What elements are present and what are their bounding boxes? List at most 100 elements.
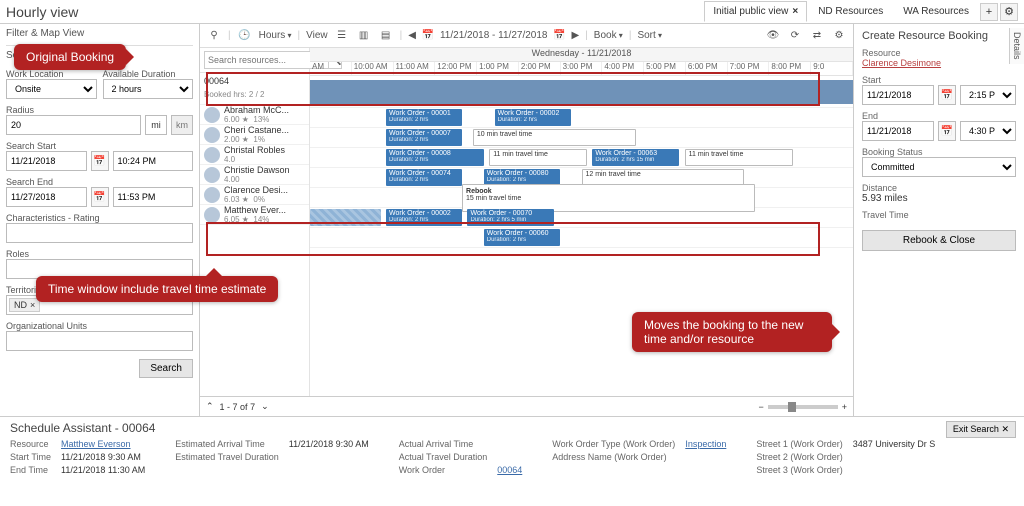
start-date-input[interactable]	[862, 85, 934, 105]
work-order-block[interactable]: Work Order - 00007Duration: 2 hrs	[386, 129, 462, 146]
sort-dropdown[interactable]: Sort	[637, 30, 662, 41]
unit-mi[interactable]: mi	[145, 115, 167, 135]
settings-button[interactable]: ⚙	[1000, 3, 1018, 21]
hour-label: 6:00 PM	[686, 62, 728, 75]
refresh-icon[interactable]: ⟳	[787, 28, 803, 44]
clock-icon[interactable]: 🕒	[237, 28, 253, 44]
tab-initial-public-view[interactable]: Initial public view×	[704, 1, 807, 22]
timeline-lane[interactable]: Work Order - 00001Duration: 2 hrs Work O…	[310, 108, 853, 128]
details-title: Schedule Assistant - 00064	[10, 421, 1014, 435]
exit-search-button[interactable]: Exit Search ✕	[946, 421, 1016, 438]
resource-row[interactable]: Christal Robles4.0	[200, 145, 309, 165]
territory-tag[interactable]: ND×	[9, 298, 40, 312]
timeline-lane[interactable]: Work Order - 00007Duration: 2 hrs 10 min…	[310, 128, 853, 148]
resource-row[interactable]: Matthew Ever...6.05 ★ 14%	[200, 205, 309, 225]
org-units-input[interactable]	[6, 331, 193, 351]
zoom-out-button[interactable]: −	[758, 402, 763, 412]
distance-value: 5.93 miles	[862, 193, 1016, 204]
calendar-icon[interactable]: 📅	[420, 28, 436, 44]
eye-icon[interactable]: 👁	[765, 28, 781, 44]
details-handle[interactable]: Details	[1009, 28, 1024, 64]
hours-header: AM10:00 AM11:00 AM12:00 PM1:00 PM2:00 PM…	[310, 62, 853, 76]
calendar-icon[interactable]: 📅	[91, 187, 109, 207]
avail-duration-label: Available Duration	[103, 69, 194, 79]
calendar-icon[interactable]: 📅	[91, 151, 109, 171]
characteristics-label: Characteristics - Rating	[6, 213, 193, 223]
work-order-block[interactable]: Work Order - 00070Duration: 2 hrs 5 min	[467, 209, 554, 226]
work-order-block[interactable]: Work Order - 00074Duration: 2 hrs	[386, 169, 462, 186]
hour-label: 4:00 PM	[602, 62, 644, 75]
characteristics-input[interactable]	[6, 223, 193, 243]
hour-label: 1:00 PM	[477, 62, 519, 75]
resource-row[interactable]: Cheri Castane...2.00 ★ 1%	[200, 125, 309, 145]
timeline-lane[interactable]: Work Order - 00002Duration: 2 hrs Work O…	[310, 208, 853, 228]
work-location-select[interactable]: Onsite	[6, 79, 97, 99]
start-time-select[interactable]: 2:15 PM	[960, 85, 1016, 105]
search-end-date[interactable]	[6, 187, 87, 207]
gear-icon[interactable]: ⚙	[831, 28, 847, 44]
timeline-lane[interactable]: Work Order - 00008Duration: 2 hrs 11 min…	[310, 148, 853, 168]
add-tab-button[interactable]: +	[980, 3, 998, 21]
work-order-block[interactable]: Work Order - 00002Duration: 2 hrs	[495, 109, 571, 126]
zoom-slider[interactable]	[768, 405, 838, 409]
agenda-view-icon[interactable]: ▤	[378, 28, 394, 44]
work-order-block[interactable]: Work Order - 00060Duration: 2 hrs	[484, 229, 560, 246]
day-view-icon[interactable]: ▥	[356, 28, 372, 44]
resource-row[interactable]: Clarence Desi...6.03 ★ 0%	[200, 185, 309, 205]
hours-dropdown[interactable]: Hours	[259, 30, 292, 41]
sync-icon[interactable]: ⇄	[809, 28, 825, 44]
view-dropdown[interactable]: View	[306, 30, 328, 41]
tab-nd-resources[interactable]: ND Resources	[809, 1, 892, 22]
ghost-block[interactable]	[310, 209, 381, 226]
booking-status-select[interactable]: Committed	[862, 157, 1016, 177]
work-order-block[interactable]: Work Order - 00008Duration: 2 hrs	[386, 149, 484, 166]
work-order-link[interactable]: 00064	[497, 465, 522, 475]
avatar	[204, 107, 220, 123]
calendar-icon[interactable]: 📅	[551, 28, 567, 44]
prev-date-button[interactable]: ◀	[408, 30, 416, 41]
search-start-time[interactable]	[113, 151, 194, 171]
timeline-lane[interactable]: Work Order - 00060Duration: 2 hrs	[310, 228, 853, 248]
end-time-select[interactable]: 4:30 PM	[960, 121, 1016, 141]
work-order-type-link[interactable]: Inspection	[685, 439, 726, 449]
search-end-time[interactable]	[113, 187, 194, 207]
date-range: 11/21/2018 - 11/27/2018	[440, 30, 548, 41]
resource-link[interactable]: Matthew Everson	[61, 439, 145, 449]
resource-link[interactable]: Clarence Desimone	[862, 58, 941, 68]
close-icon[interactable]: ×	[792, 6, 798, 17]
original-booking-bar[interactable]	[310, 80, 853, 104]
search-start-date[interactable]	[6, 151, 87, 171]
work-order-block[interactable]: Work Order - 00001Duration: 2 hrs	[386, 109, 462, 126]
calendar-icon[interactable]: 📅	[938, 121, 956, 141]
filter-icon[interactable]: ⚲	[206, 28, 222, 44]
tab-wa-resources[interactable]: WA Resources	[894, 1, 978, 22]
resource-row[interactable]: Christie Dawson4.00	[200, 165, 309, 185]
remove-icon[interactable]: ×	[30, 300, 35, 310]
expand-icon[interactable]: ⌄	[261, 401, 269, 412]
travel-time-block[interactable]: 11 min travel time	[489, 149, 587, 166]
timeline-lane[interactable]	[310, 76, 853, 108]
travel-time-block[interactable]: 11 min travel time	[685, 149, 794, 166]
timeline-lane[interactable]: Rebook15 min travel time	[310, 188, 853, 208]
collapse-icon[interactable]: ⌃	[206, 401, 214, 412]
callout-original-booking: Original Booking	[14, 44, 126, 70]
unit-km[interactable]: km	[171, 115, 193, 135]
next-date-button[interactable]: ▶	[571, 30, 579, 41]
avail-duration-select[interactable]: 2 hours	[103, 79, 194, 99]
radius-input[interactable]	[6, 115, 141, 135]
work-order-block[interactable]: Work Order - 00063Duration: 2 hrs 15 min	[592, 149, 679, 166]
search-button[interactable]: Search	[139, 359, 193, 378]
travel-time-block[interactable]: 10 min travel time	[473, 129, 636, 146]
tabs: Initial public view× ND Resources WA Res…	[704, 1, 1018, 22]
work-order-block[interactable]: Work Order - 00002Duration: 2 hrs	[386, 209, 462, 226]
list-view-icon[interactable]: ☰	[334, 28, 350, 44]
calendar-icon[interactable]: 📅	[938, 85, 956, 105]
rebook-close-button[interactable]: Rebook & Close	[862, 230, 1016, 251]
resource-row[interactable]: Abraham McC...6.00 ★ 13%	[200, 105, 309, 125]
zoom-in-button[interactable]: +	[842, 402, 847, 412]
radius-label: Radius	[6, 105, 193, 115]
work-location-label: Work Location	[6, 69, 97, 79]
end-date-input[interactable]	[862, 121, 934, 141]
search-start-label: Search Start	[6, 141, 193, 151]
book-dropdown[interactable]: Book	[594, 30, 623, 41]
